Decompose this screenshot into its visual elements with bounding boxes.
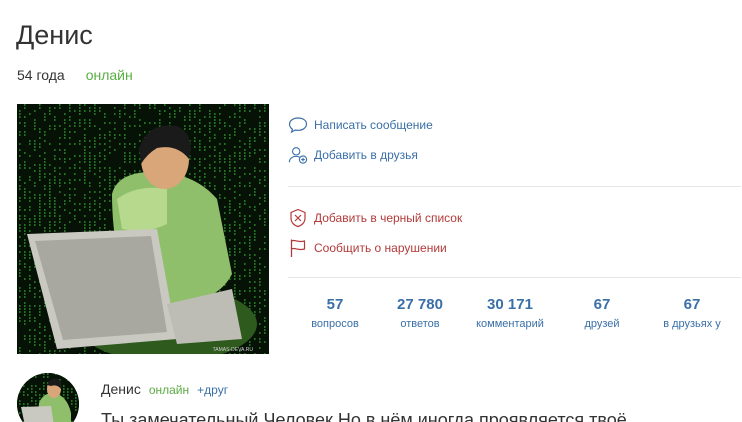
stat-value: 67 xyxy=(683,296,701,313)
flag-icon xyxy=(288,238,308,258)
stat-value: 30 171 xyxy=(487,296,533,313)
comment-online-status: онлайн xyxy=(148,383,190,397)
write-message-button[interactable]: Написать сообщение xyxy=(288,110,742,140)
add-to-blacklist-button[interactable]: Добавить в черный список xyxy=(288,203,742,233)
add-friend-link[interactable]: +друг xyxy=(197,383,228,397)
shield-block-icon xyxy=(288,208,308,228)
online-status: онлайн xyxy=(85,67,133,83)
chat-bubble-icon xyxy=(288,115,308,135)
profile-age: 54 года xyxy=(17,67,65,83)
stat-friends[interactable]: 67 друзей xyxy=(562,296,642,330)
add-to-blacklist-label: Добавить в черный список xyxy=(314,211,463,225)
comment-header: Денис онлайн +друг xyxy=(101,381,228,397)
stat-label: комментарий xyxy=(476,318,544,330)
comment-author[interactable]: Денис xyxy=(101,381,141,397)
profile-name: Денис xyxy=(16,20,93,50)
profile-avatar[interactable]: TAMAS-DEVA.RU xyxy=(17,104,269,354)
stat-label: ответов xyxy=(400,318,440,330)
report-violation-label: Сообщить о нарушении xyxy=(314,241,447,255)
profile-meta: 54 года онлайн xyxy=(17,67,133,83)
stat-label: вопросов xyxy=(311,318,359,330)
comment-avatar[interactable] xyxy=(17,373,79,422)
write-message-label: Написать сообщение xyxy=(314,118,433,132)
image-watermark: TAMAS-DEVA.RU xyxy=(213,347,254,353)
stat-label: друзей xyxy=(584,318,620,330)
add-user-icon xyxy=(288,145,308,165)
report-violation-button[interactable]: Сообщить о нарушении xyxy=(288,233,742,263)
profile-actions: Написать сообщение Добавить в друзья Доб… xyxy=(288,110,742,294)
stat-label: в друзьях у xyxy=(663,318,721,330)
stat-comments[interactable]: 30 171 комментарий xyxy=(458,296,562,330)
comment-text: Ты замечательный Человек Но в нём иногда… xyxy=(101,410,627,422)
stat-questions[interactable]: 57 вопросов xyxy=(288,296,382,330)
stat-value: 57 xyxy=(326,296,344,313)
add-friend-label: Добавить в друзья xyxy=(314,148,418,162)
stat-answers[interactable]: 27 780 ответов xyxy=(382,296,458,330)
stat-friend-of[interactable]: 67 в друзьях у xyxy=(642,296,742,330)
profile-stats: 57 вопросов 27 780 ответов 30 171 коммен… xyxy=(288,296,742,330)
stat-value: 27 780 xyxy=(397,296,443,313)
actions-divider xyxy=(288,186,741,187)
stats-divider xyxy=(288,277,741,278)
add-friend-button[interactable]: Добавить в друзья xyxy=(288,140,742,170)
stat-value: 67 xyxy=(593,296,611,313)
